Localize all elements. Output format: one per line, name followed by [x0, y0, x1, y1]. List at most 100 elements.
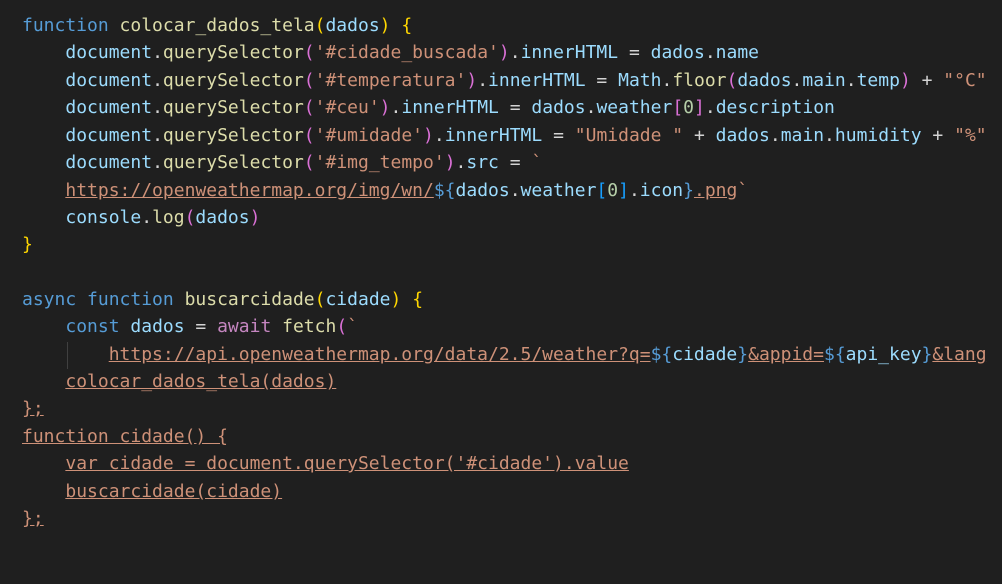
code-line-2[interactable]: document.querySelector('#cidade_buscada'… — [22, 39, 759, 66]
code-token: = — [184, 316, 218, 337]
code-token: }; — [22, 508, 44, 529]
code-token: main — [780, 125, 825, 146]
code-token: document — [65, 70, 153, 91]
code-token: description — [715, 97, 835, 118]
code-token: ( — [303, 152, 315, 173]
code-token: humidity — [834, 125, 922, 146]
code-line-14[interactable]: colocar_dados_tela(dados) — [22, 368, 336, 395]
code-token: } — [683, 180, 694, 201]
code-token: ( — [726, 70, 738, 91]
code-token: . — [152, 152, 163, 173]
code-token: . — [769, 125, 781, 146]
code-editor[interactable]: function colocar_dados_tela(dados) { doc… — [0, 0, 1002, 584]
code-line-9[interactable]: } — [22, 231, 33, 258]
code-token: 0 — [683, 97, 694, 118]
code-token: ( — [303, 125, 315, 146]
code-token: fetch — [282, 316, 337, 337]
code-token: innerHTML — [520, 42, 619, 63]
code-token: . — [152, 125, 163, 146]
code-token: ( — [336, 316, 348, 337]
code-token: innerHTML — [444, 125, 543, 146]
code-token: function — [87, 289, 174, 310]
code-token: dados — [130, 316, 185, 337]
code-token: ( — [184, 207, 196, 228]
code-token: console — [65, 207, 142, 228]
code-token: 0 — [607, 180, 619, 201]
code-token: . — [152, 42, 163, 63]
code-token: ${ — [433, 180, 456, 201]
code-token: ) — [899, 70, 911, 91]
code-token: '#ceu' — [314, 97, 380, 118]
code-token: dados — [715, 125, 770, 146]
code-line-11[interactable]: async function buscarcidade(cidade) { — [22, 286, 423, 313]
code-token: '#temperatura' — [314, 70, 467, 91]
code-line-1[interactable]: function colocar_dados_tela(dados) { — [22, 12, 412, 39]
code-token: ) — [379, 97, 391, 118]
code-token: + — [921, 125, 955, 146]
code-token: "Umidade " — [574, 125, 684, 146]
code-token: . — [661, 70, 673, 91]
code-token: function cidade() { — [22, 426, 228, 447]
code-token: document — [65, 42, 153, 63]
code-line-18[interactable]: buscarcidade(cidade) — [22, 478, 282, 505]
code-token: "%" — [954, 125, 987, 146]
code-token: = — [498, 97, 532, 118]
code-token: ( — [303, 42, 315, 63]
code-line-17[interactable]: var cidade = document.querySelector('#ci… — [22, 450, 629, 477]
code-token: dados — [195, 207, 250, 228]
code-token: async — [22, 289, 77, 310]
code-token: temp — [856, 70, 900, 91]
code-token: . — [704, 97, 716, 118]
code-token: function — [22, 15, 109, 36]
code-line-7[interactable]: https://openweathermap.org/img/wn/${dado… — [22, 177, 748, 204]
code-token: . — [141, 207, 153, 228]
code-line-6[interactable]: document.querySelector('#img_tempo').src… — [22, 149, 542, 176]
code-token: . — [585, 97, 597, 118]
code-token: buscarcidade(cidade) — [65, 481, 283, 502]
code-token: { — [412, 289, 424, 310]
code-token: ] — [694, 97, 705, 118]
code-token: } — [22, 234, 33, 255]
code-line-15[interactable]: }; — [22, 395, 44, 422]
code-token: api_key — [845, 344, 922, 365]
code-token: weather — [596, 97, 673, 118]
code-token: https://openweathermap.org/img/wn/ — [65, 180, 434, 201]
code-token: }; — [22, 398, 44, 419]
code-token: cidade — [325, 289, 391, 310]
code-line-8[interactable]: console.log(dados) — [22, 204, 260, 231]
code-token: dados — [455, 180, 510, 201]
code-token: cidade — [672, 344, 738, 365]
code-line-3[interactable]: document.querySelector('#temperatura').i… — [22, 67, 987, 94]
code-token: ) — [498, 42, 510, 63]
code-line-16[interactable]: function cidade() { — [22, 423, 228, 450]
code-token: . — [477, 70, 489, 91]
code-line-19[interactable]: }; — [22, 505, 44, 532]
code-token: querySelector — [162, 125, 304, 146]
code-token: } — [921, 344, 933, 365]
code-line-12[interactable]: const dados = await fetch(` — [22, 313, 358, 340]
code-token: . — [152, 70, 163, 91]
code-token: . — [824, 125, 835, 146]
code-line-5[interactable]: document.querySelector('#umidade').inner… — [22, 122, 987, 149]
code-line-13[interactable]: https://api.openweathermap.org/data/2.5/… — [22, 341, 987, 368]
code-token: . — [390, 97, 402, 118]
code-line-4[interactable]: document.querySelector('#ceu').innerHTML… — [22, 94, 835, 121]
code-token: "°C" — [943, 70, 987, 91]
code-token: Math — [618, 70, 662, 91]
code-token: . — [628, 180, 640, 201]
code-token: + — [910, 70, 944, 91]
code-token: ) — [379, 15, 391, 36]
code-token: ) — [444, 152, 456, 173]
code-token: . — [845, 70, 857, 91]
code-token: '#umidade' — [314, 125, 424, 146]
